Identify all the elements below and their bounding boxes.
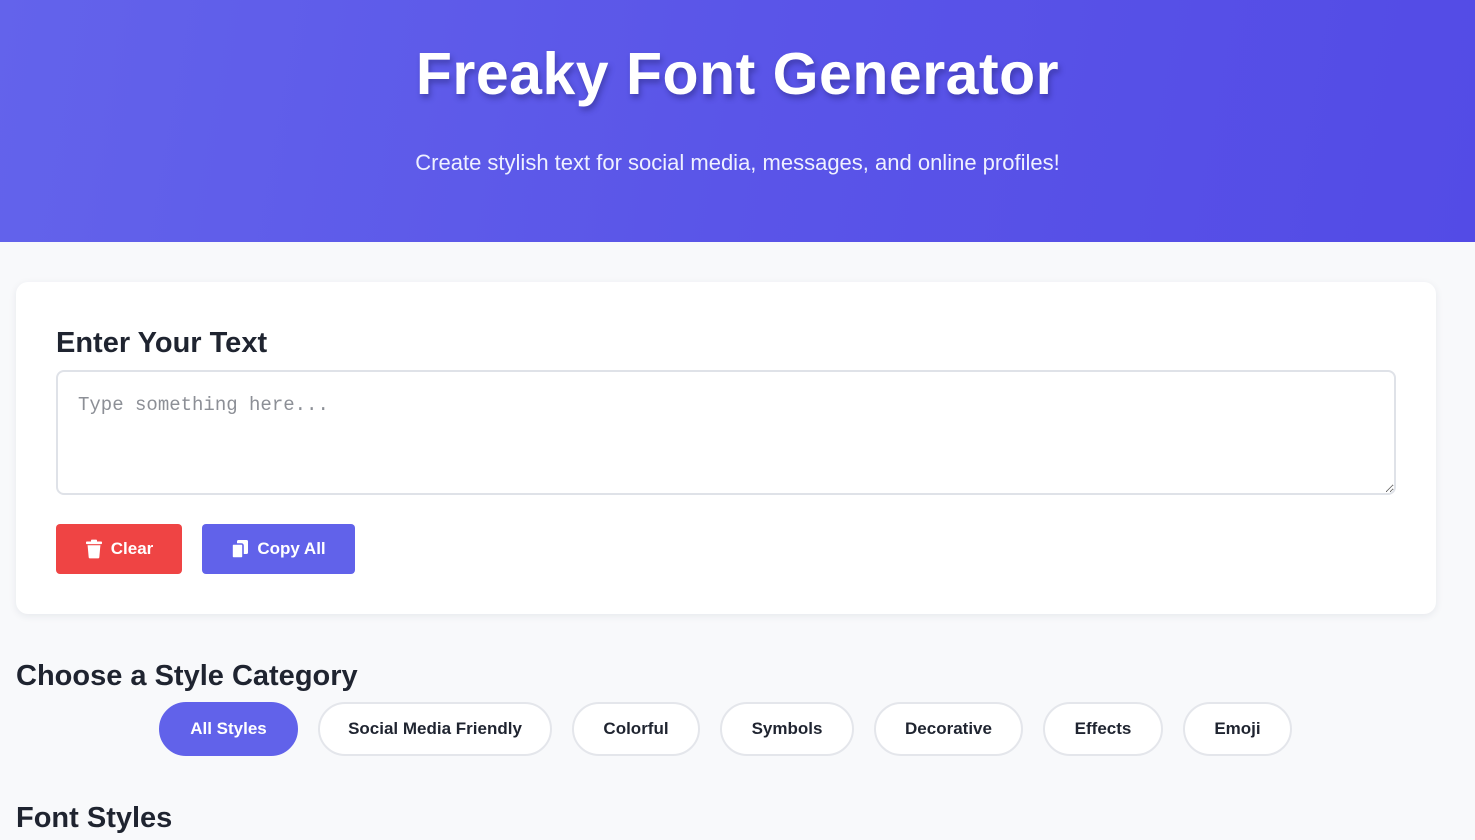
font-styles-heading: Font Styles: [16, 802, 173, 834]
category-filter: All Styles Social Media Friendly Colorfu…: [159, 702, 1292, 756]
text-input[interactable]: [56, 370, 1396, 495]
category-colorful[interactable]: Colorful: [572, 702, 700, 756]
page-title: Freaky Font Generator: [415, 41, 1060, 107]
category-emoji[interactable]: Emoji: [1183, 702, 1292, 756]
trash-icon: [85, 539, 103, 559]
page-subtitle: Create stylish text for social media, me…: [415, 150, 1060, 175]
copy-icon: [231, 539, 249, 559]
category-social-media-friendly[interactable]: Social Media Friendly: [318, 702, 552, 756]
category-effects[interactable]: Effects: [1043, 702, 1163, 756]
copy-all-button[interactable]: Copy All: [202, 524, 355, 574]
copy-all-button-label: Copy All: [257, 539, 326, 558]
category-symbols[interactable]: Symbols: [720, 702, 854, 756]
clear-button-label: Clear: [110, 539, 154, 558]
category-all-styles[interactable]: All Styles: [159, 702, 298, 756]
category-heading: Choose a Style Category: [16, 660, 358, 692]
text-input-card: Enter Your Text Clear Copy All: [16, 282, 1436, 614]
category-decorative[interactable]: Decorative: [874, 702, 1023, 756]
clear-button[interactable]: Clear: [56, 524, 182, 574]
input-heading: Enter Your Text: [56, 327, 268, 359]
hero-header: Freaky Font Generator Create stylish tex…: [0, 0, 1475, 242]
